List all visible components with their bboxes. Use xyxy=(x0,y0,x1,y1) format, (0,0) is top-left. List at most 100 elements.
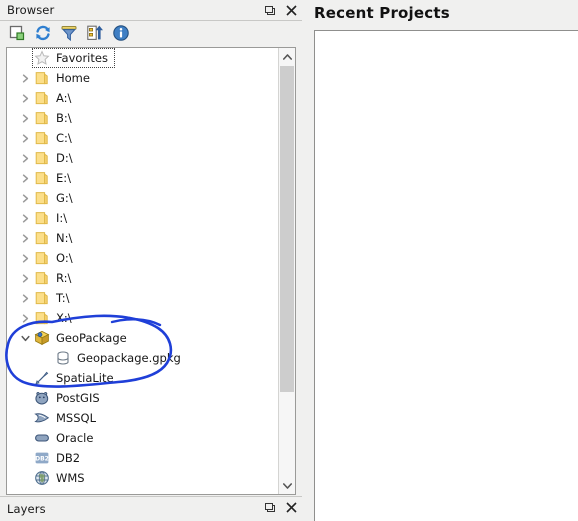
refresh-icon xyxy=(35,25,50,41)
tree-item-favorites[interactable]: Favorites xyxy=(7,48,279,68)
layers-close-button[interactable] xyxy=(285,501,298,514)
tree-item-label: R:\ xyxy=(56,271,72,285)
tree-item-wms[interactable]: WMS xyxy=(7,468,279,488)
folder-icon xyxy=(33,210,51,226)
tree-item-content: I:\ xyxy=(33,209,73,227)
layers-panel-titlebar: Layers xyxy=(0,497,302,520)
chevron-right-icon[interactable] xyxy=(17,70,33,86)
tree-item-geopackagegpkg[interactable]: Geopackage.gpkg xyxy=(7,348,279,368)
tree-item-content: N:\ xyxy=(33,229,78,247)
chevron-right-icon[interactable] xyxy=(17,110,33,126)
tree-item-g[interactable]: G:\ xyxy=(7,188,279,208)
tree-item-t[interactable]: T:\ xyxy=(7,288,279,308)
tree-item-label: SpatiaLite xyxy=(56,371,114,385)
browser-tree-rows: Favorites Home A:\ B:\ C:\ D:\ E:\ G:\ I:\ N:\ O:\… xyxy=(7,48,279,494)
refresh-button[interactable] xyxy=(32,23,53,44)
folder-icon xyxy=(33,110,51,126)
tree-item-content: GeoPackage xyxy=(33,329,133,347)
svg-text:DB2: DB2 xyxy=(35,455,49,462)
folder-icon xyxy=(33,270,51,286)
folder-icon xyxy=(33,130,51,146)
tree-item-c[interactable]: C:\ xyxy=(7,128,279,148)
tree-item-mssql[interactable]: MSSQL xyxy=(7,408,279,428)
chevron-right-icon[interactable] xyxy=(17,270,33,286)
tree-item-label: T:\ xyxy=(56,291,70,305)
scroll-down-arrow[interactable] xyxy=(279,477,295,494)
chevron-down-icon[interactable] xyxy=(17,330,33,346)
tree-item-label: X:\ xyxy=(56,311,72,325)
tree-item-oracle[interactable]: Oracle xyxy=(7,428,279,448)
tree-item-n[interactable]: N:\ xyxy=(7,228,279,248)
tree-item-postgis[interactable]: PostGIS xyxy=(7,388,279,408)
add-layer-button[interactable] xyxy=(6,23,27,44)
tree-item-i[interactable]: I:\ xyxy=(7,208,279,228)
chevron-right-icon[interactable] xyxy=(17,130,33,146)
tree-item-content: PostGIS xyxy=(33,389,106,407)
browser-undock-button[interactable] xyxy=(264,4,277,17)
chevron-right-icon[interactable] xyxy=(17,150,33,166)
layers-undock-button[interactable] xyxy=(264,501,277,514)
star-icon xyxy=(33,50,51,66)
browser-tree[interactable]: Favorites Home A:\ B:\ C:\ D:\ E:\ G:\ I:\ N:\ O:\… xyxy=(6,47,296,495)
chevron-right-icon[interactable] xyxy=(17,170,33,186)
browser-toolbar xyxy=(0,21,302,45)
tree-item-d[interactable]: D:\ xyxy=(7,148,279,168)
collapse-all-icon xyxy=(86,25,103,40)
filter-button[interactable] xyxy=(58,23,79,44)
tree-item-content: MSSQL xyxy=(33,409,102,427)
chevron-right-icon[interactable] xyxy=(17,290,33,306)
tree-item-content: WMS xyxy=(33,469,91,487)
browser-tree-scrollbar[interactable] xyxy=(278,48,295,494)
tree-item-content: DB2 DB2 xyxy=(33,449,86,467)
tree-item-label: GeoPackage xyxy=(56,331,127,345)
chevron-right-icon[interactable] xyxy=(17,250,33,266)
tree-item-geopackage[interactable]: GeoPackage xyxy=(7,328,279,348)
wms-icon xyxy=(33,470,51,486)
tree-item-label: MSSQL xyxy=(56,411,96,425)
tree-item-label: O:\ xyxy=(56,251,73,265)
recent-projects-list[interactable] xyxy=(314,30,578,521)
folder-icon xyxy=(33,150,51,166)
tree-item-a[interactable]: A:\ xyxy=(7,88,279,108)
info-button[interactable] xyxy=(110,23,131,44)
tree-item-home[interactable]: Home xyxy=(7,68,279,88)
tree-item-label: C:\ xyxy=(56,131,72,145)
tree-item-spatialite[interactable]: SpatiaLite xyxy=(7,368,279,388)
tree-item-label: WMS xyxy=(56,471,85,485)
tree-item-label: N:\ xyxy=(56,231,73,245)
tree-item-r[interactable]: R:\ xyxy=(7,268,279,288)
browser-close-button[interactable] xyxy=(285,4,298,17)
chevron-right-icon[interactable] xyxy=(17,190,33,206)
tree-item-label: Oracle xyxy=(56,431,94,445)
tree-item-x[interactable]: X:\ xyxy=(7,308,279,328)
recent-projects-title: Recent Projects xyxy=(314,4,450,22)
spatialite-icon xyxy=(33,370,51,386)
tree-item-b[interactable]: B:\ xyxy=(7,108,279,128)
tree-item-label: G:\ xyxy=(56,191,73,205)
tree-item-content: C:\ xyxy=(33,129,78,147)
scroll-up-arrow[interactable] xyxy=(279,48,295,65)
tree-item-label: E:\ xyxy=(56,171,72,185)
tree-item-db2[interactable]: DB2 DB2 xyxy=(7,448,279,468)
chevron-right-icon[interactable] xyxy=(17,310,33,326)
folder-icon xyxy=(33,230,51,246)
chevron-right-icon[interactable] xyxy=(17,210,33,226)
tree-item-label: Favorites xyxy=(56,51,108,65)
mssql-icon xyxy=(33,410,51,426)
tree-item-o[interactable]: O:\ xyxy=(7,248,279,268)
tree-item-content: Favorites xyxy=(32,48,115,68)
chevron-right-icon[interactable] xyxy=(17,90,33,106)
scroll-thumb[interactable] xyxy=(280,66,294,392)
tree-item-label: A:\ xyxy=(56,91,72,105)
info-icon xyxy=(112,25,129,41)
tree-item-e[interactable]: E:\ xyxy=(7,168,279,188)
tree-item-content: B:\ xyxy=(33,109,78,127)
chevron-right-icon[interactable] xyxy=(17,230,33,246)
collapse-all-button[interactable] xyxy=(84,23,105,44)
tree-item-label: Geopackage.gpkg xyxy=(77,351,181,365)
